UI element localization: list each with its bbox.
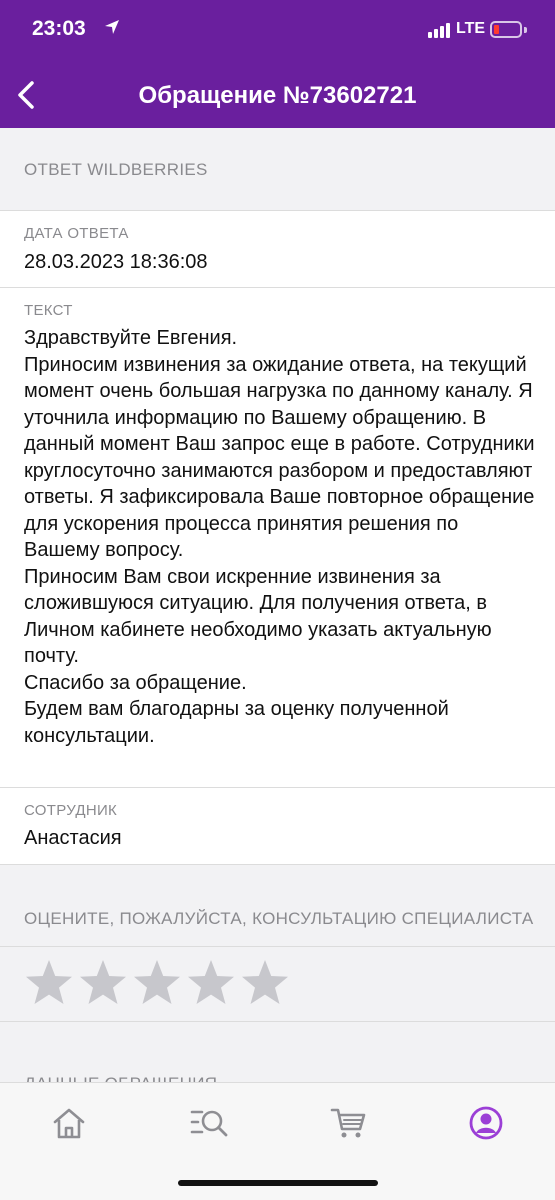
divider <box>0 287 555 288</box>
status-bar: 23:03 LTE <box>0 0 555 62</box>
rating-card <box>0 946 555 1022</box>
divider <box>0 787 555 788</box>
page-title: Обращение №73602721 <box>138 82 417 109</box>
star-icon[interactable] <box>186 958 236 1008</box>
rating-section-header: ОЦЕНИТЕ, ПОЖАЛУЙСТА, КОНСУЛЬТАЦИЮ СПЕЦИА… <box>0 865 555 946</box>
location-arrow-icon <box>103 18 121 41</box>
request-data-title: ДАННЫЕ ОБРАЩЕНИЯ <box>24 1074 217 1082</box>
star-icon[interactable] <box>132 958 182 1008</box>
profile-icon <box>469 1106 503 1140</box>
battery-cap <box>524 27 527 33</box>
tab-profile[interactable] <box>464 1101 508 1145</box>
app-header: Обращение №73602721 <box>0 62 555 128</box>
battery-low-icon <box>490 21 522 38</box>
signal-bars-icon <box>428 22 454 43</box>
network-type: LTE <box>456 20 486 37</box>
response-section-title: ОТВЕТ WILDBERRIES <box>24 160 208 179</box>
employee-value: Анастасия <box>24 827 122 849</box>
status-time: 23:03 <box>32 17 86 40</box>
employee-label: СОТРУДНИК <box>24 802 118 819</box>
star-icon[interactable] <box>78 958 128 1008</box>
response-text: Здравствуйте Евгения. Приносим извинения… <box>24 327 535 747</box>
date-label: ДАТА ОТВЕТА <box>24 225 129 242</box>
home-icon <box>53 1108 85 1139</box>
request-data-section-header: ДАННЫЕ ОБРАЩЕНИЯ <box>0 1022 555 1082</box>
divider <box>0 210 555 211</box>
date-value: 28.03.2023 18:36:08 <box>24 251 208 273</box>
rating-title: ОЦЕНИТЕ, ПОЖАЛУЙСТА, КОНСУЛЬТАЦИЮ СПЕЦИА… <box>24 909 534 928</box>
star-icon[interactable] <box>24 958 74 1008</box>
star-icon[interactable] <box>240 958 290 1008</box>
star-rating <box>24 958 290 1008</box>
text-label: ТЕКСТ <box>24 302 73 319</box>
home-indicator <box>178 1180 378 1186</box>
divider <box>0 946 555 947</box>
tab-cart[interactable] <box>326 1101 370 1145</box>
catalog-search-icon <box>190 1110 228 1137</box>
cart-icon <box>330 1108 366 1138</box>
tab-catalog[interactable] <box>186 1101 230 1145</box>
response-card: ДАТА ОТВЕТА 28.03.2023 18:36:08 ТЕКСТ Зд… <box>0 210 555 865</box>
response-section-header: ОТВЕТ WILDBERRIES <box>0 128 555 210</box>
tab-home[interactable] <box>47 1101 91 1145</box>
